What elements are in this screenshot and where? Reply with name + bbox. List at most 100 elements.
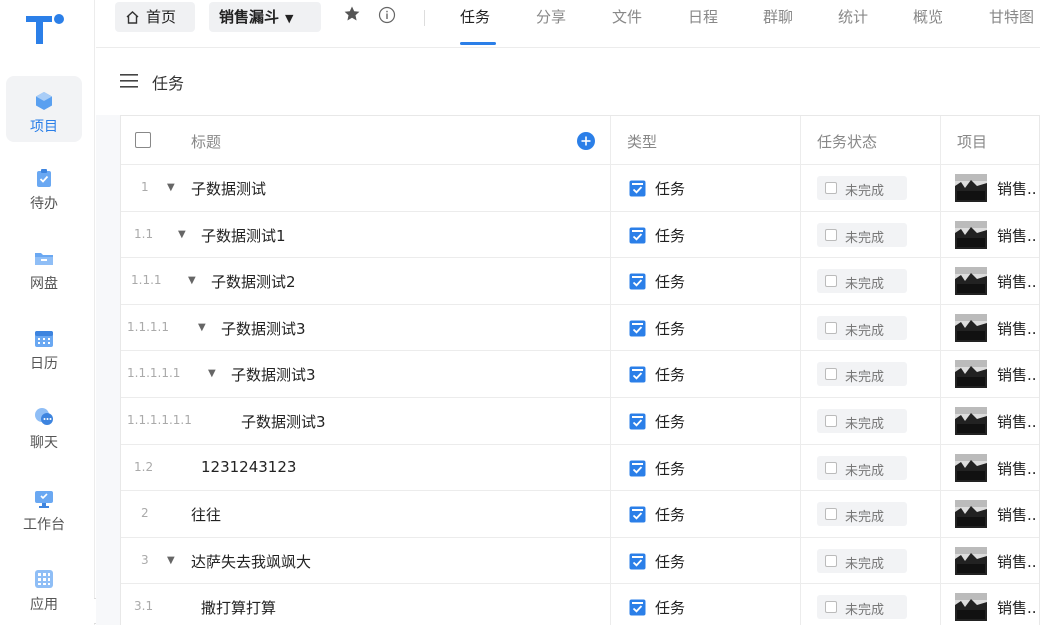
project-name: 销售..	[997, 226, 1037, 245]
task-name[interactable]: 撒打算打算	[201, 597, 276, 618]
tab-tasks[interactable]: 任务	[460, 6, 490, 27]
todo-icon	[37, 169, 51, 187]
table-row[interactable]: 3 ▼ 达萨失去我飒飒大 任务 未完成 销售..	[121, 537, 1039, 585]
status-badge[interactable]: 未完成	[817, 548, 907, 573]
project-thumbnail	[955, 453, 987, 482]
task-table: 标题 类型 任务状态 项目 1 ▼ 子数据测试 任务 未完成 销售.. 1.1 …	[120, 115, 1040, 625]
tab-files[interactable]: 文件	[612, 6, 642, 27]
project-thumbnail	[955, 174, 987, 202]
status-badge[interactable]: 未完成	[817, 362, 907, 387]
cell-status: 未完成	[801, 211, 941, 258]
tab-share[interactable]: 分享	[536, 6, 566, 27]
task-name[interactable]: 子数据测试3	[231, 364, 316, 385]
expand-caret-icon[interactable]: ▼	[167, 182, 175, 193]
status-badge[interactable]: 未完成	[817, 502, 907, 527]
status-badge[interactable]: 未完成	[817, 176, 907, 200]
expand-caret-icon[interactable]: ▼	[188, 275, 196, 286]
table-row[interactable]: 3.1 撒打算打算 任务 未完成 销售..	[121, 584, 1039, 625]
task-type-icon	[629, 273, 646, 290]
status-checkbox[interactable]	[825, 228, 837, 241]
table-row[interactable]: 1.1.1.1 ▼ 子数据测试3 任务 未完成 销售..	[121, 304, 1039, 352]
table-row[interactable]: 1.1.1.1.1 ▼ 子数据测试3 任务 未完成 销售..	[121, 351, 1039, 398]
status-checkbox[interactable]	[825, 368, 837, 381]
sidebar-item-drive[interactable]: 网盘	[6, 233, 82, 299]
task-name[interactable]: 子数据测试2	[211, 271, 296, 292]
task-name[interactable]: 子数据测试	[191, 178, 266, 199]
row-index: 1	[141, 180, 149, 194]
task-type-label: 任务	[655, 599, 686, 618]
sidebar-item-calendar[interactable]: 日历	[6, 313, 82, 379]
task-name[interactable]: 达萨失去我飒飒大	[191, 551, 311, 572]
select-all-checkbox[interactable]	[135, 132, 151, 148]
sidebar-item-project[interactable]: 项目	[6, 76, 82, 142]
project-name: 销售..	[997, 319, 1037, 338]
status-checkbox[interactable]	[825, 321, 837, 334]
row-index: 1.1.1.1.1.1	[127, 412, 192, 427]
expand-caret-icon[interactable]: ▼	[208, 368, 216, 379]
row-index: 3.1	[134, 599, 154, 614]
table-row[interactable]: 2 往往 任务 未完成 销售..	[121, 491, 1039, 538]
project-thumbnail	[955, 360, 987, 389]
status-checkbox[interactable]	[825, 601, 837, 614]
task-type-icon	[629, 460, 646, 477]
task-type-icon	[629, 366, 646, 383]
expand-caret-icon[interactable]: ▼	[198, 322, 206, 333]
cell-title: 2 往往	[121, 491, 611, 537]
task-name[interactable]: 子数据测试3	[241, 411, 326, 432]
sidebar-item-apps[interactable]: 应用	[6, 554, 82, 620]
cell-title: 3 ▼ 达萨失去我飒飒大	[121, 537, 611, 584]
table-row[interactable]: 1.1.1.1.1.1 子数据测试3 任务 未完成 销售..	[121, 397, 1039, 445]
add-icon[interactable]	[577, 132, 595, 150]
row-index: 3	[141, 552, 149, 567]
task-name[interactable]: 1231243123	[201, 458, 296, 476]
status-checkbox[interactable]	[825, 508, 837, 521]
status-label: 未完成	[845, 184, 885, 199]
status-badge[interactable]: 未完成	[817, 595, 907, 620]
tab-statistics[interactable]: 统计	[838, 6, 868, 27]
status-label: 未完成	[845, 416, 885, 432]
status-badge[interactable]: 未完成	[817, 315, 907, 340]
tab-group-chat[interactable]: 群聊	[763, 6, 793, 27]
home-button[interactable]: 首页	[115, 2, 195, 32]
project-thumbnail	[955, 220, 987, 249]
project-selector[interactable]: 销售漏斗 ▼	[209, 2, 321, 32]
info-icon[interactable]	[378, 6, 396, 24]
status-badge[interactable]: 未完成	[817, 222, 907, 247]
cell-type: 任务	[611, 397, 801, 444]
task-name[interactable]: 子数据测试3	[221, 318, 306, 339]
expand-caret-icon[interactable]: ▼	[167, 555, 175, 566]
header-cell-status: 任务状态	[801, 116, 941, 164]
calendar-icon	[35, 331, 53, 347]
cell-title: 1.1.1 ▼ 子数据测试2	[121, 258, 611, 304]
task-name[interactable]: 子数据测试1	[201, 225, 286, 246]
task-name[interactable]: 往往	[191, 504, 221, 525]
status-checkbox[interactable]	[825, 461, 837, 474]
status-badge[interactable]: 未完成	[817, 408, 907, 433]
cell-type: 任务	[611, 258, 801, 304]
project-name: 销售..	[997, 599, 1037, 618]
desktop-icon	[35, 491, 53, 508]
status-badge[interactable]: 未完成	[817, 455, 907, 480]
tab-gantt[interactable]: 甘特图	[989, 6, 1034, 27]
tab-schedule[interactable]: 日程	[688, 6, 718, 27]
menu-icon[interactable]	[120, 73, 138, 89]
star-icon[interactable]	[343, 5, 361, 23]
table-row[interactable]: 1.2 1231243123 任务 未完成 销售..	[121, 444, 1039, 492]
column-header-type: 类型	[627, 133, 658, 151]
status-checkbox[interactable]	[825, 414, 837, 427]
task-type-label: 任务	[655, 506, 686, 525]
status-checkbox[interactable]	[825, 275, 837, 288]
tab-overview[interactable]: 概览	[913, 6, 943, 27]
table-row[interactable]: 1.1 ▼ 子数据测试1 任务 未完成 销售..	[121, 211, 1039, 259]
status-badge[interactable]: 未完成	[817, 269, 907, 294]
sidebar-item-todo[interactable]: 待办	[6, 153, 82, 219]
table-row[interactable]: 1.1.1 ▼ 子数据测试2 任务 未完成 销售..	[121, 258, 1039, 305]
sidebar-item-workbench[interactable]: 工作台	[6, 474, 82, 540]
status-checkbox[interactable]	[825, 182, 837, 194]
sidebar-item-chat[interactable]: 聊天	[6, 392, 82, 458]
table-row[interactable]: 1 ▼ 子数据测试 任务 未完成 销售..	[121, 165, 1039, 212]
status-checkbox[interactable]	[825, 554, 837, 567]
expand-caret-icon[interactable]: ▼	[178, 229, 186, 240]
project-thumbnail	[955, 313, 987, 342]
column-header-title: 标题	[191, 133, 222, 151]
